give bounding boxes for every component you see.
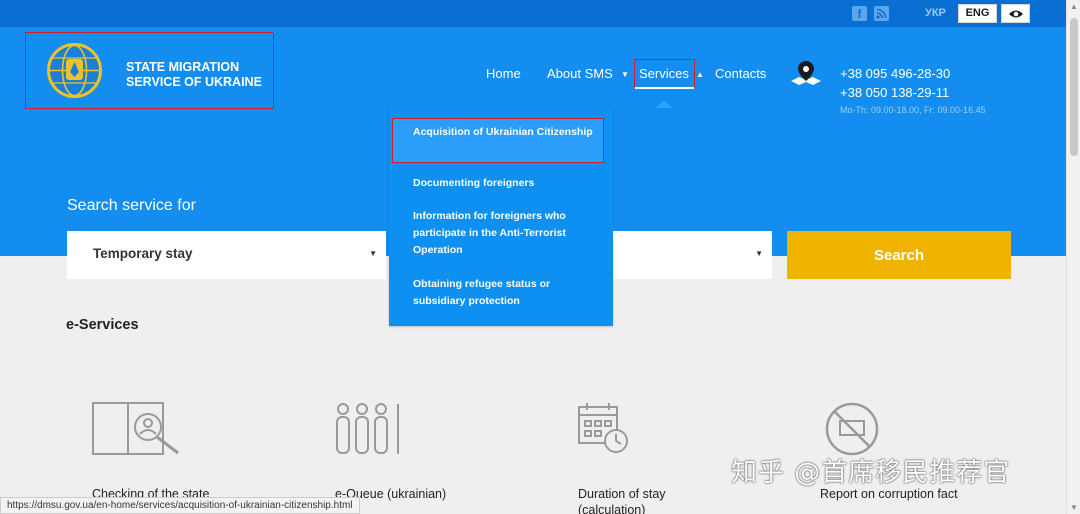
nav-about-sms[interactable]: About SMS: [547, 66, 613, 81]
scrollbar-thumb[interactable]: [1070, 18, 1078, 156]
dropdown-item-ato-info[interactable]: Information for foreigners who participa…: [413, 208, 603, 259]
no-corruption-icon[interactable]: [824, 401, 880, 457]
eservice-card-label[interactable]: Duration of stay (calculation): [578, 486, 708, 514]
phone-2[interactable]: +38 050 138-29-11: [840, 85, 949, 100]
dropdown-item-citizenship-label[interactable]: Acquisition of Ukrainian Citizenship: [413, 124, 593, 141]
nav-home[interactable]: Home: [486, 66, 521, 81]
chevron-down-icon: ▼: [755, 249, 763, 258]
chevron-down-icon: ▼: [369, 249, 377, 258]
phone-1[interactable]: +38 095 496-28-30: [840, 66, 950, 81]
nav-services[interactable]: Services: [639, 66, 689, 81]
scroll-up-icon[interactable]: ▲: [1070, 2, 1078, 11]
nav-active-underline: [635, 87, 694, 89]
chevron-down-icon[interactable]: ▼: [621, 70, 629, 79]
search-label: Search service for: [67, 197, 196, 214]
nav-contacts[interactable]: Contacts: [715, 66, 766, 81]
vertical-scrollbar[interactable]: ▲ ▼: [1066, 0, 1080, 514]
top-bar: [0, 0, 1066, 27]
logo-line-1: STATE MIGRATION: [126, 60, 240, 74]
rss-icon[interactable]: [874, 6, 889, 21]
dropdown-item-refugee-status[interactable]: Obtaining refugee status or subsidiary p…: [413, 276, 603, 310]
passport-check-icon[interactable]: [92, 401, 180, 457]
scroll-down-icon[interactable]: ▼: [1070, 503, 1078, 512]
facebook-icon[interactable]: f: [852, 6, 867, 21]
service-type-value: Temporary stay: [93, 246, 193, 261]
eye-icon: [1008, 10, 1023, 18]
dropdown-item-documenting-foreigners[interactable]: Documenting foreigners: [413, 175, 603, 192]
calendar-clock-icon[interactable]: [577, 401, 631, 457]
dropdown-pointer: [656, 100, 672, 108]
logo-title[interactable]: STATE MIGRATION SERVICE OF UKRAINE: [126, 60, 262, 90]
lang-eng-button[interactable]: ENG: [958, 4, 997, 23]
service-subtype-select[interactable]: ▼: [612, 231, 772, 279]
working-hours: Mo-Th: 09.00-18.00, Fr: 09.00-16.45: [840, 105, 986, 115]
search-button[interactable]: Search: [787, 231, 1011, 279]
logo-line-2: SERVICE OF UKRAINE: [126, 75, 262, 89]
eservices-title: e-Services: [66, 317, 139, 333]
map-pin-icon[interactable]: [790, 59, 822, 89]
sms-emblem-icon[interactable]: [46, 42, 103, 99]
lang-ukr-link[interactable]: УКР: [925, 7, 946, 19]
watermark: 知乎 @首席移民推荐官: [731, 458, 1011, 488]
chevron-up-icon[interactable]: ▲: [696, 70, 704, 79]
status-bar-url: https://dmsu.gov.ua/en-home/services/acq…: [0, 497, 360, 514]
service-type-select[interactable]: Temporary stay ▼: [67, 231, 386, 279]
accessibility-button[interactable]: [1001, 4, 1030, 23]
queue-people-icon[interactable]: [335, 401, 401, 457]
